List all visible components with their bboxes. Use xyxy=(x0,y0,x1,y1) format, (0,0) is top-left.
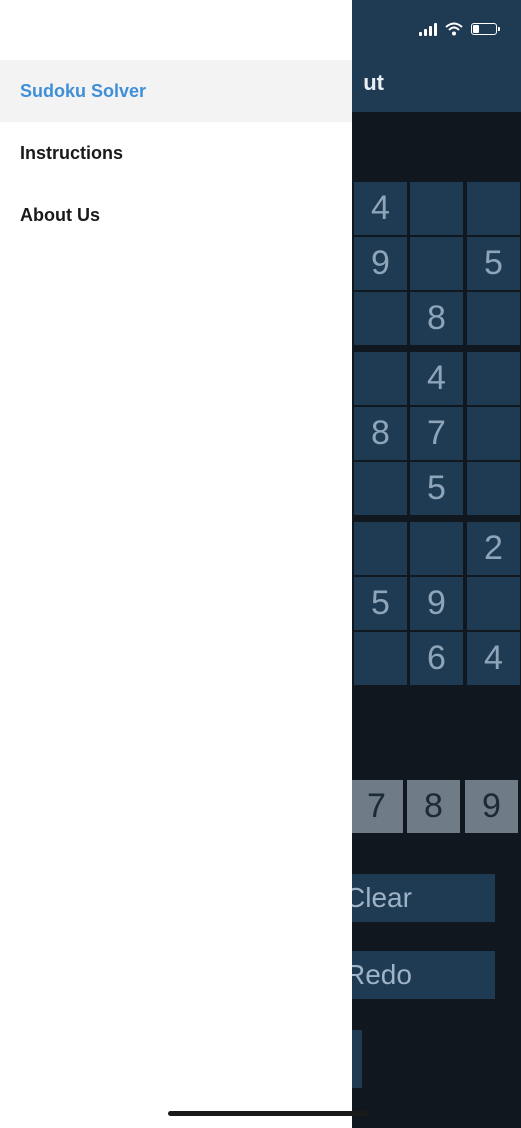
home-indicator xyxy=(168,1111,368,1116)
sudoku-cell[interactable]: 4 xyxy=(354,182,407,235)
screen: ut 4958487525964 789 Clear Redo Sudoku S… xyxy=(0,0,521,1128)
drawer-item-instructions[interactable]: Instructions xyxy=(0,122,352,184)
sudoku-cell[interactable] xyxy=(354,292,407,345)
sudoku-cell[interactable] xyxy=(467,182,520,235)
digit-button-8[interactable]: 8 xyxy=(407,780,460,833)
sudoku-cell[interactable]: 9 xyxy=(354,237,407,290)
drawer-item-label: Instructions xyxy=(20,142,124,163)
sudoku-cell[interactable]: 8 xyxy=(354,407,407,460)
sudoku-cell[interactable] xyxy=(467,407,520,460)
sudoku-cell[interactable] xyxy=(410,182,463,235)
digit-button-7[interactable]: 7 xyxy=(350,780,403,833)
sudoku-cell[interactable]: 9 xyxy=(410,577,463,630)
sudoku-cell[interactable] xyxy=(467,292,520,345)
sudoku-cell[interactable] xyxy=(354,462,407,515)
wifi-icon xyxy=(445,22,463,36)
sudoku-cell[interactable] xyxy=(410,237,463,290)
sudoku-cell[interactable] xyxy=(467,352,520,405)
status-bar-icons xyxy=(419,22,500,36)
sudoku-cell[interactable] xyxy=(467,462,520,515)
drawer-item-sudoku-solver[interactable]: Sudoku Solver xyxy=(0,60,352,122)
sudoku-cell[interactable]: 5 xyxy=(410,462,463,515)
battery-icon xyxy=(471,23,500,35)
cellular-signal-icon xyxy=(419,22,437,36)
clear-button-label: Clear xyxy=(345,882,412,913)
sudoku-cell[interactable] xyxy=(354,632,407,685)
navigation-drawer: Sudoku Solver Instructions About Us xyxy=(0,0,352,1128)
sudoku-cell[interactable] xyxy=(354,522,407,575)
sudoku-cell[interactable]: 4 xyxy=(467,632,520,685)
sudoku-cell[interactable]: 8 xyxy=(410,292,463,345)
drawer-item-label: Sudoku Solver xyxy=(20,80,147,101)
digit-button-9[interactable]: 9 xyxy=(465,780,518,833)
sudoku-cell[interactable]: 5 xyxy=(467,237,520,290)
drawer-item-about-us[interactable]: About Us xyxy=(0,184,352,246)
sudoku-cell[interactable] xyxy=(467,577,520,630)
redo-button-label: Redo xyxy=(345,959,412,990)
sudoku-cell[interactable]: 6 xyxy=(410,632,463,685)
sudoku-cell[interactable]: 5 xyxy=(354,577,407,630)
sudoku-cell[interactable] xyxy=(410,522,463,575)
sudoku-cell[interactable] xyxy=(354,352,407,405)
sudoku-cell[interactable]: 2 xyxy=(467,522,520,575)
sudoku-cell[interactable]: 4 xyxy=(410,352,463,405)
drawer-item-label: About Us xyxy=(20,204,100,225)
sudoku-cell[interactable]: 7 xyxy=(410,407,463,460)
